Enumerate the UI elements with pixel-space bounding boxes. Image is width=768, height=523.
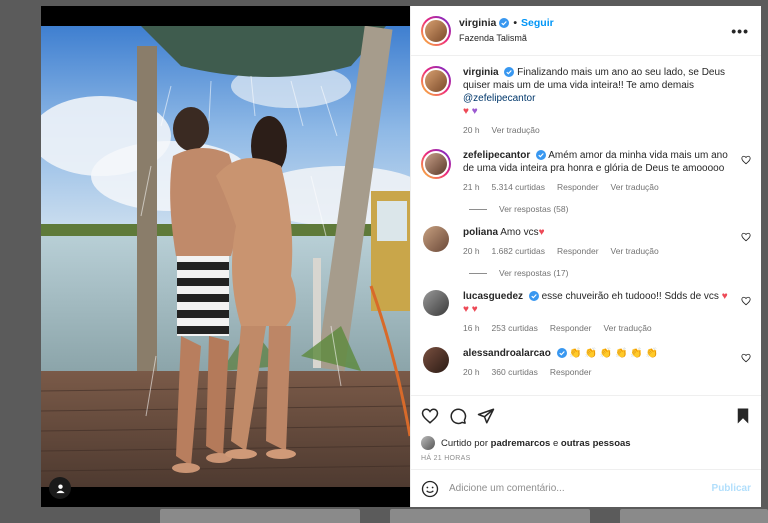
- comment-avatar[interactable]: [423, 226, 449, 252]
- photo-illustration: [41, 26, 410, 487]
- caption-username[interactable]: virginia: [463, 67, 499, 78]
- post-header: virginia • Seguir Fazenda Talismã •••: [411, 6, 761, 56]
- comment-avatar[interactable]: [423, 347, 449, 373]
- caption: virginia Finalizando mais um ano ao seu …: [421, 66, 751, 137]
- comment-text: 👏 👏 👏 👏 👏 👏: [569, 348, 658, 359]
- comment-likes[interactable]: 5.314 curtidas: [492, 181, 545, 194]
- liked-by-connector: e: [552, 437, 559, 449]
- replies-divider: [469, 208, 487, 210]
- post-location[interactable]: Fazenda Talismã: [459, 31, 554, 45]
- comment-likes[interactable]: 253 curtidas: [492, 322, 538, 335]
- comments-list[interactable]: virginia Finalizando mais um ano ao seu …: [411, 56, 761, 395]
- liked-by-user[interactable]: padremarcos: [491, 438, 551, 449]
- like-comment-heart-icon[interactable]: [741, 232, 751, 242]
- emoji-smiley-icon[interactable]: [421, 480, 439, 498]
- comment: lucasguedez esse chuveirão eh tudooo!! S…: [421, 290, 751, 335]
- liker-avatar[interactable]: [421, 436, 435, 450]
- comment-time[interactable]: 21 h: [463, 181, 480, 194]
- reply-button[interactable]: Responder: [550, 322, 592, 335]
- reply-button[interactable]: Responder: [550, 366, 592, 379]
- translate-link[interactable]: Ver tradução: [611, 181, 659, 194]
- background-thumbnail: [620, 509, 768, 523]
- post-actions: [411, 395, 761, 435]
- comment: alessandroalarcao 👏 👏 👏 👏 👏 👏 20 h 360 c…: [421, 347, 751, 379]
- post-modal: virginia • Seguir Fazenda Talismã ••• vi…: [41, 6, 761, 507]
- post-timestamp[interactable]: HÁ 21 HORAS: [411, 451, 761, 469]
- comment-username[interactable]: lucasguedez: [463, 291, 523, 302]
- background-thumbnail: [390, 509, 590, 523]
- comment-likes[interactable]: 1.682 curtidas: [492, 245, 545, 258]
- author-avatar[interactable]: [421, 15, 451, 46]
- comment-username[interactable]: poliana: [463, 227, 498, 238]
- comment-composer: Publicar: [411, 469, 761, 507]
- comment-username[interactable]: zefelipecantor: [463, 150, 530, 161]
- tagged-users-button[interactable]: [49, 477, 71, 499]
- comment-avatar[interactable]: [423, 290, 449, 316]
- comment-time[interactable]: 20 h: [463, 366, 480, 379]
- purple-heart-emoji: ♥: [471, 106, 478, 117]
- liked-by-others[interactable]: outras pessoas: [561, 438, 631, 449]
- comment-time[interactable]: 20 h: [463, 245, 480, 258]
- like-comment-heart-icon[interactable]: [741, 353, 751, 363]
- user-icon: [55, 483, 65, 493]
- like-comment-heart-icon[interactable]: [741, 155, 751, 165]
- replies-divider: [469, 272, 487, 274]
- comment-bubble-icon[interactable]: [449, 407, 467, 425]
- comment-time[interactable]: 16 h: [463, 322, 480, 335]
- comment-text: esse chuveirão eh tudooo!! Sdds de vcs: [541, 291, 719, 302]
- liked-by-line: Curtido por padremarcos e outras pessoas: [411, 435, 761, 451]
- comment-input[interactable]: [449, 483, 712, 494]
- liked-by-prefix: Curtido por: [441, 437, 488, 449]
- comment: poliana Amo vcs♥ 20 h 1.682 curtidas Res…: [421, 226, 751, 258]
- background-thumbnail: [160, 509, 360, 523]
- comment-username[interactable]: alessandroalarcao: [463, 348, 551, 359]
- view-replies-button[interactable]: Ver respostas (58): [469, 204, 751, 214]
- share-paper-plane-icon[interactable]: [477, 407, 495, 425]
- reply-button[interactable]: Responder: [557, 181, 599, 194]
- red-heart-emoji: ♥: [538, 227, 545, 238]
- header-separator: •: [513, 17, 518, 29]
- reply-button[interactable]: Responder: [557, 245, 599, 258]
- verified-badge-icon: [528, 291, 539, 302]
- caption-mention[interactable]: @zefelipecantor: [463, 93, 535, 104]
- comment-text: Amo vcs: [500, 227, 539, 238]
- verified-badge-icon: [504, 67, 515, 78]
- view-replies-button[interactable]: Ver respostas (17): [469, 268, 751, 278]
- comment-likes[interactable]: 360 curtidas: [492, 366, 538, 379]
- author-username[interactable]: virginia: [459, 16, 496, 30]
- caption-text: Finalizando mais um ano ao seu lado, se …: [463, 67, 726, 91]
- like-comment-heart-icon[interactable]: [741, 296, 751, 306]
- post-media[interactable]: [41, 6, 410, 507]
- caption-time[interactable]: 20 h: [463, 124, 480, 137]
- view-replies-label: Ver respostas (58): [499, 204, 569, 214]
- post-sidebar: virginia • Seguir Fazenda Talismã ••• vi…: [410, 6, 761, 507]
- more-options-button[interactable]: •••: [731, 23, 749, 39]
- follow-button[interactable]: Seguir: [521, 16, 554, 30]
- like-heart-icon[interactable]: [421, 407, 439, 425]
- publish-button[interactable]: Publicar: [712, 483, 751, 494]
- comment-avatar[interactable]: [421, 149, 451, 179]
- post-photo[interactable]: [41, 26, 410, 487]
- red-heart-emoji: ♥: [463, 106, 469, 117]
- save-bookmark-icon[interactable]: [735, 407, 751, 425]
- verified-badge-icon: [499, 18, 510, 28]
- verified-badge-icon: [556, 348, 567, 359]
- view-replies-label: Ver respostas (17): [499, 268, 569, 278]
- caption-translate-link[interactable]: Ver tradução: [492, 124, 540, 137]
- translate-link[interactable]: Ver tradução: [603, 322, 651, 335]
- translate-link[interactable]: Ver tradução: [611, 245, 659, 258]
- verified-badge-icon: [536, 150, 547, 161]
- comment: zefelipecantor Amém amor da minha vida m…: [421, 149, 751, 194]
- caption-avatar[interactable]: [421, 66, 451, 96]
